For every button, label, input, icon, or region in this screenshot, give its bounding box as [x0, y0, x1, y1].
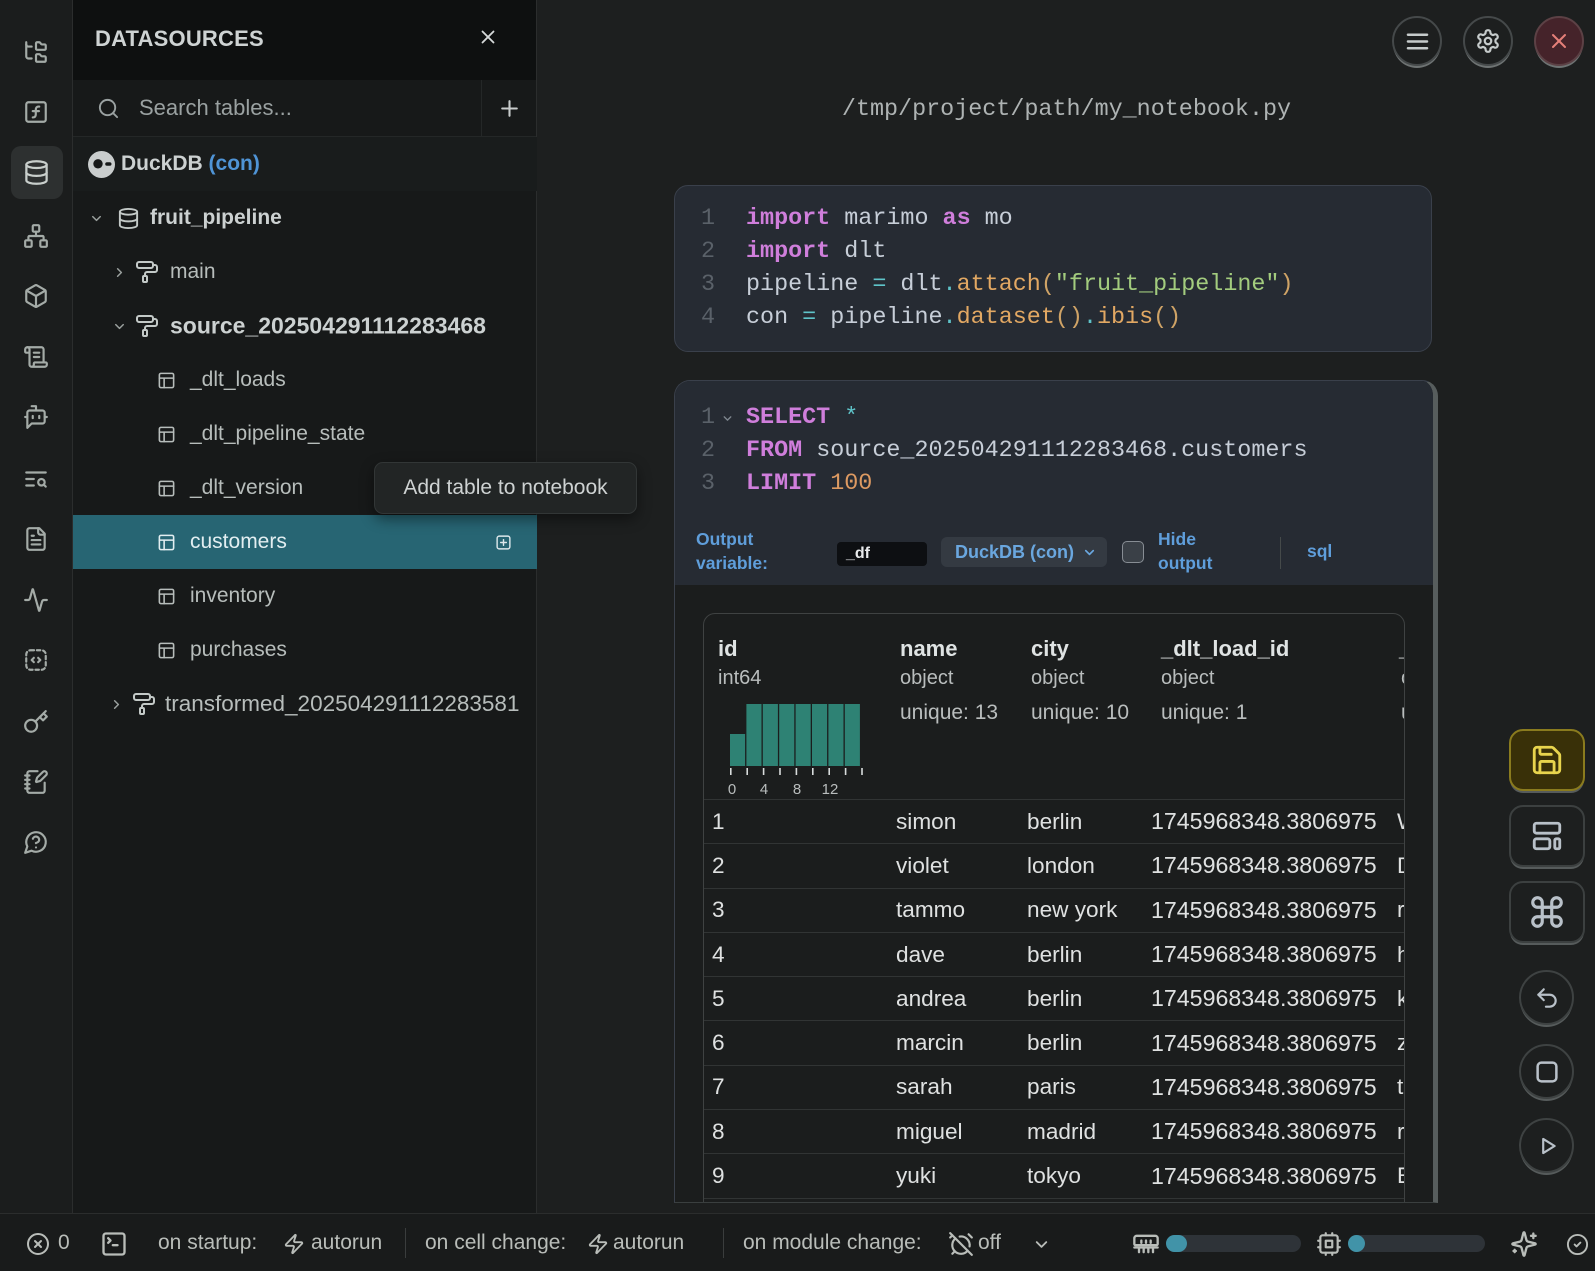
svg-text:8: 8: [793, 781, 801, 798]
svg-text:4: 4: [760, 781, 768, 798]
svg-text:12: 12: [822, 781, 839, 798]
svg-text:0: 0: [728, 781, 736, 798]
